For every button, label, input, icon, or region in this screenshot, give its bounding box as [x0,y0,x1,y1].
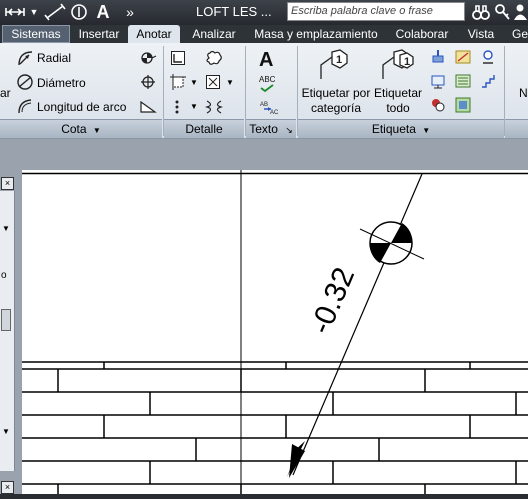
spot-elevation-icon[interactable] [139,50,157,71]
beam-annotations-icon[interactable] [430,49,446,70]
svg-text:AB: AB [260,102,268,108]
panel-title-cota: Cota [61,122,87,136]
chevron-down-icon: ▼ [92,126,101,135]
dropdown-arrow-icon[interactable]: ▼ [190,78,198,87]
detail-line-icon[interactable] [170,50,186,71]
multi-category-icon[interactable] [480,49,496,70]
panel-footer-etiqueta[interactable]: Etiqueta ▼ [298,119,504,138]
tab-masa-y-emplazamiento[interactable]: Masa y emplazamiento [250,25,382,43]
region-icon[interactable] [170,74,186,95]
tag-by-category-button[interactable]: Etiquetar por categoría [300,86,372,116]
area-tag-icon[interactable] [455,73,471,94]
binoculars-icon[interactable] [472,3,490,21]
aligned-dimension-icon[interactable] [44,3,66,21]
material-tag-icon[interactable] [430,97,446,118]
tag-by-category-icon: 1 [318,49,352,86]
scroll-arrow-icon[interactable]: ▼ [2,224,10,233]
stair-path-icon[interactable] [480,73,496,94]
arc-length-button[interactable]: Longitud de arco [37,100,126,114]
tab-sistemas[interactable]: Sistemas [2,25,70,43]
measure-icon[interactable] [4,3,26,21]
spelling-icon[interactable]: ABC [259,75,277,92]
ribbon-tab-bar: Sistemas Insertar Anotar Analizar Masa y… [0,25,528,43]
tag-all-icon: 1 [380,49,418,86]
user-icon[interactable] [513,3,528,21]
key-icon[interactable] [494,3,510,21]
diameter-button[interactable]: Diámetro [37,76,86,90]
insulation-icon[interactable] [204,99,224,120]
svg-text:1: 1 [404,56,410,68]
panel-title-texto: Texto [249,122,278,136]
properties-palette: ▼ o ▼ [0,191,15,471]
component-icon[interactable] [172,99,182,120]
chevron-down-icon: ▼ [422,126,431,135]
tab-analizar[interactable]: Analizar [186,25,242,43]
panel-footer-next [505,119,528,138]
spot-coordinate-icon[interactable] [139,74,157,95]
window-title: LOFT LES ... [196,4,272,19]
svg-text:AC: AC [270,110,279,115]
view-reference-icon[interactable] [455,97,471,118]
tab-anotar[interactable]: Anotar [128,25,180,43]
scrollbar-thumb[interactable] [1,309,11,331]
search-input[interactable]: Escriba palabra clave o frase [287,2,465,21]
tab-insertar[interactable]: Insertar [72,25,126,43]
revision-cloud-icon[interactable] [205,50,223,71]
spelling-glyph: ABC [259,75,276,84]
panel-footer-detalle[interactable]: Detalle [164,119,244,138]
panel-footer-texto[interactable]: Texto ↘ [246,119,296,138]
scroll-arrow-icon[interactable]: ▼ [2,427,10,436]
clipped-button-label[interactable]: ar [0,86,11,100]
panel-title-etiqueta: Etiqueta [371,122,416,136]
detail-group-icon[interactable] [205,74,221,95]
palette-label: o [1,270,7,281]
tag-all-button[interactable]: Etiquetar todo [374,86,422,116]
diameter-icon [16,73,34,96]
more-tools-icon[interactable]: » [123,3,137,21]
dialog-launcher-icon[interactable]: ↘ [285,125,293,135]
close-icon[interactable]: × [1,481,14,494]
panel-title-detalle: Detalle [185,122,223,136]
tag-icon[interactable] [70,3,88,21]
close-icon[interactable]: × [1,177,14,190]
arc-length-icon [16,97,34,120]
dropdown-arrow-icon[interactable]: ▼ [29,3,39,21]
panel-footer-cota[interactable]: Cota ▼ [0,119,162,138]
drawing-canvas[interactable]: -0.32 [22,170,528,494]
keynote-icon[interactable] [430,73,446,94]
text-icon[interactable]: A [92,3,114,21]
tab-colaborar[interactable]: Colaborar [390,25,454,43]
spot-slope-icon[interactable] [139,99,157,120]
dropdown-arrow-icon[interactable]: ▼ [190,102,198,111]
radial-dimension-icon [16,49,34,72]
clipped-button-label[interactable]: N [519,86,528,100]
drawing-svg: -0.32 [22,170,528,494]
tab-vista[interactable]: Vista [462,25,500,43]
svg-text:1: 1 [336,54,342,66]
find-replace-icon[interactable]: AB AC [259,99,279,120]
room-tag-icon[interactable] [455,49,471,70]
title-bar: ▼ A » LOFT LES ... Escriba palabra clave… [0,0,528,25]
radial-button[interactable]: Radial [37,51,71,65]
text-tool-icon[interactable]: A [259,49,273,72]
tab-ge[interactable]: Ge [508,25,528,43]
dropdown-arrow-icon[interactable]: ▼ [226,78,234,87]
